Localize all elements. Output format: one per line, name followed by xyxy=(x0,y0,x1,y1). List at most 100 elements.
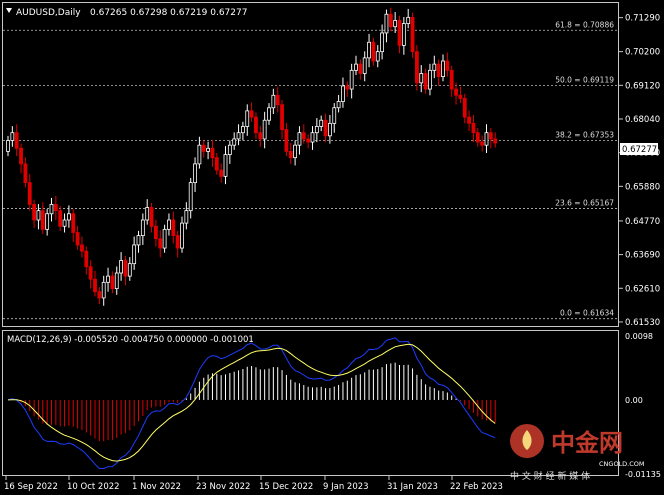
candle-body xyxy=(240,126,245,134)
candle-body xyxy=(184,210,189,224)
candle-body xyxy=(53,204,58,212)
candle-body xyxy=(167,219,171,230)
candle-body xyxy=(210,147,215,159)
candle-body xyxy=(406,16,411,24)
candle-body xyxy=(358,63,363,74)
macd-signal-line xyxy=(7,343,496,462)
candle-body xyxy=(132,244,137,265)
candle-body xyxy=(123,260,128,277)
candle-body xyxy=(454,88,458,96)
fib-label: 38.2 = 0.67353 xyxy=(555,130,614,139)
candle-body xyxy=(449,69,454,90)
date-axis-label: 10 Oct 2022 xyxy=(67,482,120,492)
macd-title: MACD(12,26,9) -0.005520 -0.004750 0.0000… xyxy=(7,335,254,345)
watermark-domain: CNGOLD.COM xyxy=(599,460,645,468)
candle-body xyxy=(354,63,358,71)
candle-body xyxy=(271,94,276,109)
candle-body xyxy=(153,225,158,240)
price-axis-label: 0.61530 xyxy=(625,318,660,328)
symbol-title: AUDUSD,Daily xyxy=(16,8,81,18)
candle-body xyxy=(336,101,341,109)
candle-body xyxy=(97,291,102,299)
candle-body xyxy=(223,154,228,177)
ohlc-readout: 0.67265 0.67298 0.67219 0.67277 xyxy=(90,8,247,18)
candle-body xyxy=(23,163,28,183)
price-axis-label: 0.62610 xyxy=(625,284,660,294)
candle-body xyxy=(367,41,371,59)
candle-body xyxy=(458,94,463,99)
fib-label: 23.6 = 0.65167 xyxy=(555,199,614,208)
candlestick-series xyxy=(6,7,498,306)
candle-body xyxy=(193,163,197,183)
mt4-chart-window[interactable]: 61.8 = 0.70886 50.0 = 0.69119 38.2 = 0.673… xyxy=(0,0,664,495)
price-axis: 0.712900.702000.691200.680400.669600.658… xyxy=(619,14,660,328)
candle-body xyxy=(201,144,206,152)
candle-body xyxy=(297,132,302,146)
watermark-subtitle: 中 文 财 经 新 媒 体 xyxy=(510,470,590,482)
candle-body xyxy=(436,63,441,77)
candle-body xyxy=(471,122,476,134)
candle-body xyxy=(288,151,293,159)
candle-body xyxy=(32,204,36,221)
candle-body xyxy=(345,85,350,90)
candle-body xyxy=(158,238,163,249)
candle-body xyxy=(375,51,380,62)
date-axis: 16 Sep 2022 10 Oct 2022 1 Nov 2022 23 Nov 2… xyxy=(4,476,503,492)
candle-body xyxy=(49,204,54,215)
candle-body xyxy=(475,132,480,143)
candle-body xyxy=(140,219,145,236)
date-axis-label: 16 Sep 2022 xyxy=(4,482,58,492)
candle-body xyxy=(258,132,263,140)
candle-body xyxy=(445,60,450,71)
candle-body xyxy=(219,169,224,177)
candle-body xyxy=(45,213,50,230)
candle-body xyxy=(149,207,154,227)
candle-body xyxy=(380,32,385,53)
candle-body xyxy=(293,144,298,159)
candle-body xyxy=(323,119,328,137)
date-axis-label: 31 Jan 2023 xyxy=(387,482,438,492)
dropdown-triangle-icon[interactable] xyxy=(6,8,12,13)
candle-body xyxy=(393,20,398,28)
candle-body xyxy=(71,213,76,233)
candle-body xyxy=(93,278,97,293)
price-axis-label: 0.65880 xyxy=(625,182,660,192)
price-axis-label: 0.63690 xyxy=(625,251,660,261)
candle-body xyxy=(397,20,402,46)
fib-label: 0.0 = 0.61634 xyxy=(560,309,614,318)
macd-axis-label: -0.01135 xyxy=(625,470,661,479)
candle-body xyxy=(162,228,167,249)
candle-body xyxy=(67,213,71,221)
candle-body xyxy=(306,138,311,143)
macd-axis-label: 0.00 xyxy=(625,396,643,405)
candle-body xyxy=(488,132,493,140)
candle-body xyxy=(188,182,193,212)
candle-body xyxy=(262,119,267,140)
candle-body xyxy=(301,132,306,140)
candle-body xyxy=(319,119,324,127)
candle-body xyxy=(227,144,232,155)
candle-body xyxy=(127,263,132,277)
candle-body xyxy=(362,57,367,74)
candle-body xyxy=(432,63,437,71)
candle-body xyxy=(58,210,63,227)
date-axis-label: 23 Nov 2022 xyxy=(196,482,250,492)
candle-body xyxy=(384,13,389,34)
candle-body xyxy=(106,275,110,283)
date-axis-label: 15 Dec 2022 xyxy=(259,482,313,492)
candle-body xyxy=(101,281,106,299)
candle-body xyxy=(180,222,184,249)
candle-body xyxy=(119,260,123,274)
candle-body xyxy=(493,138,498,144)
candle-body xyxy=(110,275,115,289)
candle-body xyxy=(40,210,45,230)
candle-body xyxy=(441,60,445,77)
candle-body xyxy=(371,41,376,62)
candle-body xyxy=(75,232,80,246)
date-axis-label: 9 Jan 2023 xyxy=(323,482,369,492)
candle-body xyxy=(84,250,89,268)
price-axis-label: 0.70200 xyxy=(625,48,660,58)
macd-main-line xyxy=(7,337,496,469)
price-chart[interactable]: 61.8 = 0.70886 50.0 = 0.69119 38.2 = 0.673… xyxy=(0,0,664,495)
candle-body xyxy=(197,144,202,165)
